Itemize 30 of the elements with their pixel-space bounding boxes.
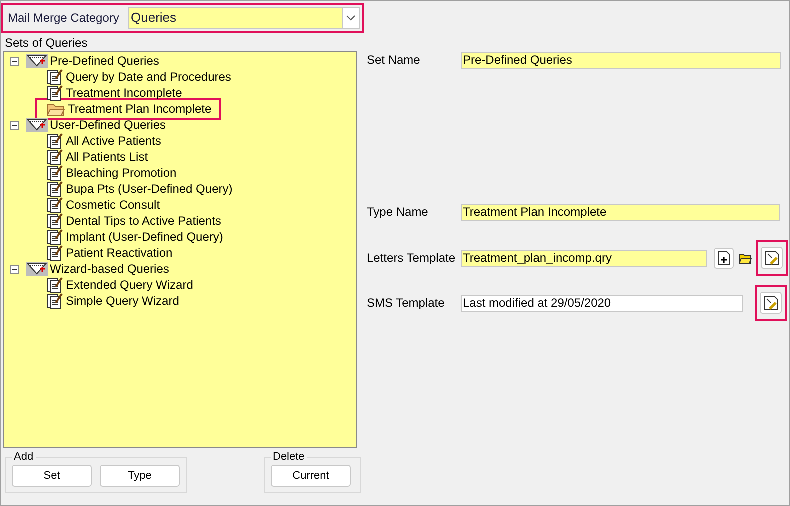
tree-item[interactable]: Query by Date and Procedures [66, 68, 232, 86]
field-label: Set Name [367, 52, 422, 69]
action-button[interactable]: Current [271, 465, 351, 487]
field-label: Letters Template [367, 250, 456, 267]
tree-group-label[interactable]: Pre-Defined Queries [50, 52, 160, 70]
tree-item[interactable]: Dental Tips to Active Patients [66, 212, 222, 230]
tree-item[interactable]: Treatment Plan Incomplete [68, 100, 212, 118]
field-label: Type Name [367, 204, 430, 221]
text-field[interactable]: Treatment_plan_incomp.qry [461, 250, 707, 266]
tree-item[interactable]: Patient Reactivation [66, 244, 173, 262]
tree-item[interactable]: Treatment Incomplete [66, 84, 182, 102]
action-button[interactable]: Set [12, 465, 92, 487]
tree-group-label[interactable]: User-Defined Queries [50, 116, 166, 134]
tree-item[interactable]: All Active Patients [66, 132, 162, 150]
category-dropdown[interactable]: Queries [128, 7, 360, 29]
text-field[interactable]: Pre-Defined Queries [461, 52, 781, 68]
text-field[interactable]: Last modified at 29/05/2020 [461, 294, 743, 312]
section-label: Sets of Queries [5, 36, 88, 50]
tree-item[interactable]: All Patients List [66, 148, 148, 166]
tree-item[interactable]: Implant (User-Defined Query) [66, 228, 224, 246]
action-button[interactable]: Type [100, 465, 180, 487]
tree-item[interactable]: Extended Query Wizard [66, 276, 194, 294]
field-label: SMS Template [367, 295, 446, 312]
tree-item[interactable]: Bupa Pts (User-Defined Query) [66, 180, 233, 198]
category-label: Mail Merge Category [8, 10, 120, 27]
tree-item[interactable]: Simple Query Wizard [66, 292, 180, 310]
tree-item[interactable]: Bleaching Promotion [66, 164, 177, 182]
tree-group-label[interactable]: Wizard-based Queries [50, 260, 170, 278]
tree-item[interactable]: Cosmetic Consult [66, 196, 160, 214]
text-field[interactable]: Treatment Plan Incomplete [461, 204, 780, 220]
